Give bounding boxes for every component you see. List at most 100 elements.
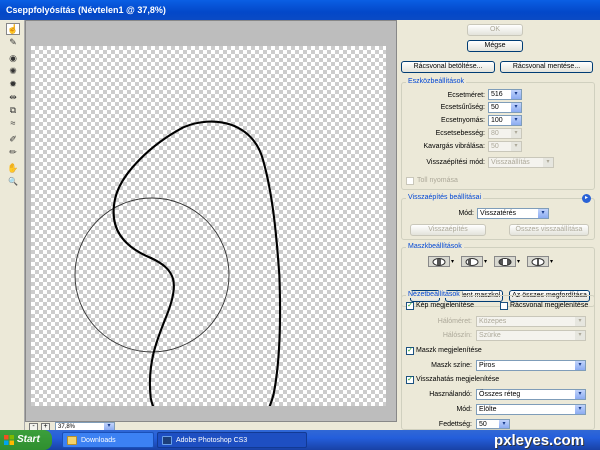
stylus-pressure-checkbox[interactable] (406, 177, 414, 185)
taskbar-item-label: Adobe Photoshop CS3 (176, 437, 248, 444)
taskbar-item-downloads[interactable]: Downloads (62, 432, 154, 448)
opacity-field[interactable]: 50 ▾ (476, 419, 510, 429)
chevron-down-icon[interactable]: ▾ (484, 258, 487, 265)
window-title-bar[interactable]: Cseppfolyósítás (Névtelen1 @ 37,8%) (0, 0, 600, 20)
chevron-down-icon[interactable]: ▾ (575, 361, 585, 370)
mirror-tool-icon[interactable]: ⧉ (6, 104, 20, 116)
mask-color-select[interactable]: Piros ▾ (476, 360, 586, 371)
turbulent-jitter-field[interactable]: 50 ▾ (488, 141, 522, 152)
chevron-down-icon[interactable]: ▾ (550, 258, 553, 265)
options-panel: OK Mégse Rácsvonal betöltése... Rácsvona… (397, 20, 600, 430)
turbulence-tool-icon[interactable]: ≈ (6, 117, 20, 129)
chevron-down-icon[interactable]: ▾ (451, 258, 454, 265)
mask-color-value: Piros (479, 362, 495, 369)
show-backdrop-checkbox[interactable]: ✓ (406, 376, 414, 384)
brush-density-label: Ecsetsűrűség: (440, 104, 485, 111)
chevron-down-icon[interactable]: ▾ (511, 142, 521, 151)
mesh-size-select[interactable]: Közepes ▾ (476, 316, 586, 327)
turbulent-jitter-label: Kavargás vibrálása: (423, 143, 485, 150)
replace-selection-icon[interactable] (428, 256, 450, 267)
mesh-color-value: Szürke (479, 332, 501, 339)
chevron-down-icon[interactable]: ▾ (499, 420, 509, 428)
show-mesh-checkbox[interactable] (500, 302, 508, 310)
brush-rate-field[interactable]: 80 ▾ (488, 128, 522, 139)
bloat-tool-icon[interactable]: ✹ (6, 78, 20, 90)
reconstruct-mode-value: Visszatérés (480, 210, 517, 217)
reconstruct-mode-value: Visszaállítás (491, 159, 530, 166)
chevron-down-icon[interactable]: ▾ (511, 103, 521, 112)
show-backdrop-label: Visszahatás megjelenítése (416, 376, 500, 383)
reconstruct-mode-select[interactable]: Visszaállítás ▾ (488, 157, 554, 168)
stylus-pressure-label: Toll nyomása (417, 177, 458, 184)
brush-density-field[interactable]: 50 ▾ (488, 102, 522, 113)
info-icon[interactable]: ▸ (582, 194, 591, 203)
brush-pressure-label: Ecsetnyomás: (441, 117, 485, 124)
chevron-down-icon[interactable]: ▾ (575, 390, 585, 399)
add-to-selection-icon[interactable] (461, 256, 483, 267)
photoshop-icon (162, 436, 172, 445)
hand-tool-icon[interactable]: ✋ (6, 162, 20, 174)
restore-all-button[interactable]: Összes visszaállítása (509, 224, 589, 236)
section-title: Eszközbeállítások (406, 78, 467, 85)
mesh-color-select[interactable]: Szürke ▾ (476, 330, 586, 341)
use-label: Használandó: (429, 391, 472, 398)
chevron-down-icon: ▾ (104, 423, 114, 430)
chevron-down-icon[interactable]: ▾ (543, 158, 553, 167)
view-options-section: Nézetbeállítások ✓ Kép megjelenítése Rác… (401, 291, 595, 430)
mesh-size-value: Közepes (479, 318, 507, 325)
folder-icon (67, 436, 77, 445)
load-mesh-button[interactable]: Rácsvonal betöltése... (401, 61, 495, 73)
brush-pressure-field[interactable]: 100 ▾ (488, 115, 522, 126)
backdrop-mode-select[interactable]: Elölte ▾ (476, 404, 586, 415)
brush-size-label: Ecsetméret: (447, 92, 485, 99)
opacity-value: 50 (479, 421, 487, 428)
tools-palette: ☝ ✎ ◉ ✺ ✹ ⇹ ⧉ ≈ ✐ ✏ ✋ 🔍 (0, 20, 25, 430)
reconstruct-button[interactable]: Visszaépítés (410, 224, 486, 236)
mask-color-label: Maszk színe: (431, 362, 472, 369)
chevron-down-icon[interactable]: ▾ (511, 116, 521, 125)
reconstruct-mode-select[interactable]: Visszatérés ▾ (477, 208, 549, 219)
drawn-shapes (74, 120, 282, 406)
subtract-from-selection-icon[interactable] (494, 256, 516, 267)
chevron-down-icon[interactable]: ▾ (575, 331, 585, 340)
reconstruct-tool-icon[interactable]: ✎ (6, 36, 20, 48)
pucker-tool-icon[interactable]: ✺ (6, 65, 20, 77)
windows-logo-icon (4, 435, 14, 445)
chevron-down-icon[interactable]: ▾ (511, 129, 521, 138)
tool-options-section: Eszközbeállítások Ecsetméret: 516 ▾ Ecse… (401, 78, 595, 190)
push-left-tool-icon[interactable]: ⇹ (6, 91, 20, 103)
show-image-checkbox[interactable]: ✓ (406, 302, 414, 310)
thaw-mask-tool-icon[interactable]: ✏ (6, 146, 20, 158)
backdrop-mode-label: Mód: (456, 406, 472, 413)
mesh-size-label: Hálóméret: (437, 318, 472, 325)
chevron-down-icon[interactable]: ▾ (575, 317, 585, 326)
taskbar-item-photoshop[interactable]: Adobe Photoshop CS3 (157, 432, 307, 448)
brush-pressure-value: 100 (491, 117, 503, 124)
forward-warp-tool-icon[interactable]: ☝ (6, 23, 20, 35)
zoom-tool-icon[interactable]: 🔍 (6, 175, 20, 187)
taskbar: Start Downloads Adobe Photoshop CS3 pxle… (0, 430, 600, 450)
chevron-down-icon[interactable]: ▾ (575, 405, 585, 414)
use-layer-select[interactable]: Összes réteg ▾ (476, 389, 586, 400)
freeze-mask-tool-icon[interactable]: ✐ (6, 133, 20, 145)
show-mesh-label: Rácsvonal megjelenítése (510, 302, 589, 309)
transparent-canvas[interactable] (31, 46, 386, 406)
backdrop-mode-value: Elölte (479, 406, 497, 413)
twirl-clockwise-tool-icon[interactable]: ◉ (6, 52, 20, 64)
use-layer-value: Összes réteg (479, 391, 521, 398)
brush-size-field[interactable]: 516 ▾ (488, 89, 522, 100)
brush-density-value: 50 (491, 104, 499, 111)
save-mesh-button[interactable]: Rácsvonal mentése... (500, 61, 593, 73)
brush-rate-label: Ecsetsebesség: (435, 130, 485, 137)
intersect-selection-icon[interactable] (527, 256, 549, 267)
start-button[interactable]: Start (0, 430, 52, 450)
reconstruct-mode-label: Mód: (458, 210, 474, 217)
chevron-down-icon[interactable]: ▾ (538, 209, 548, 218)
mesh-color-label: Hálószín: (442, 332, 472, 339)
window-title: Cseppfolyósítás (Névtelen1 @ 37,8%) (6, 5, 166, 15)
cancel-button[interactable]: Mégse (467, 40, 523, 52)
show-mask-checkbox[interactable]: ✓ (406, 347, 414, 355)
ok-button[interactable]: OK (467, 24, 523, 36)
chevron-down-icon[interactable]: ▾ (511, 90, 521, 99)
chevron-down-icon[interactable]: ▾ (517, 258, 520, 265)
